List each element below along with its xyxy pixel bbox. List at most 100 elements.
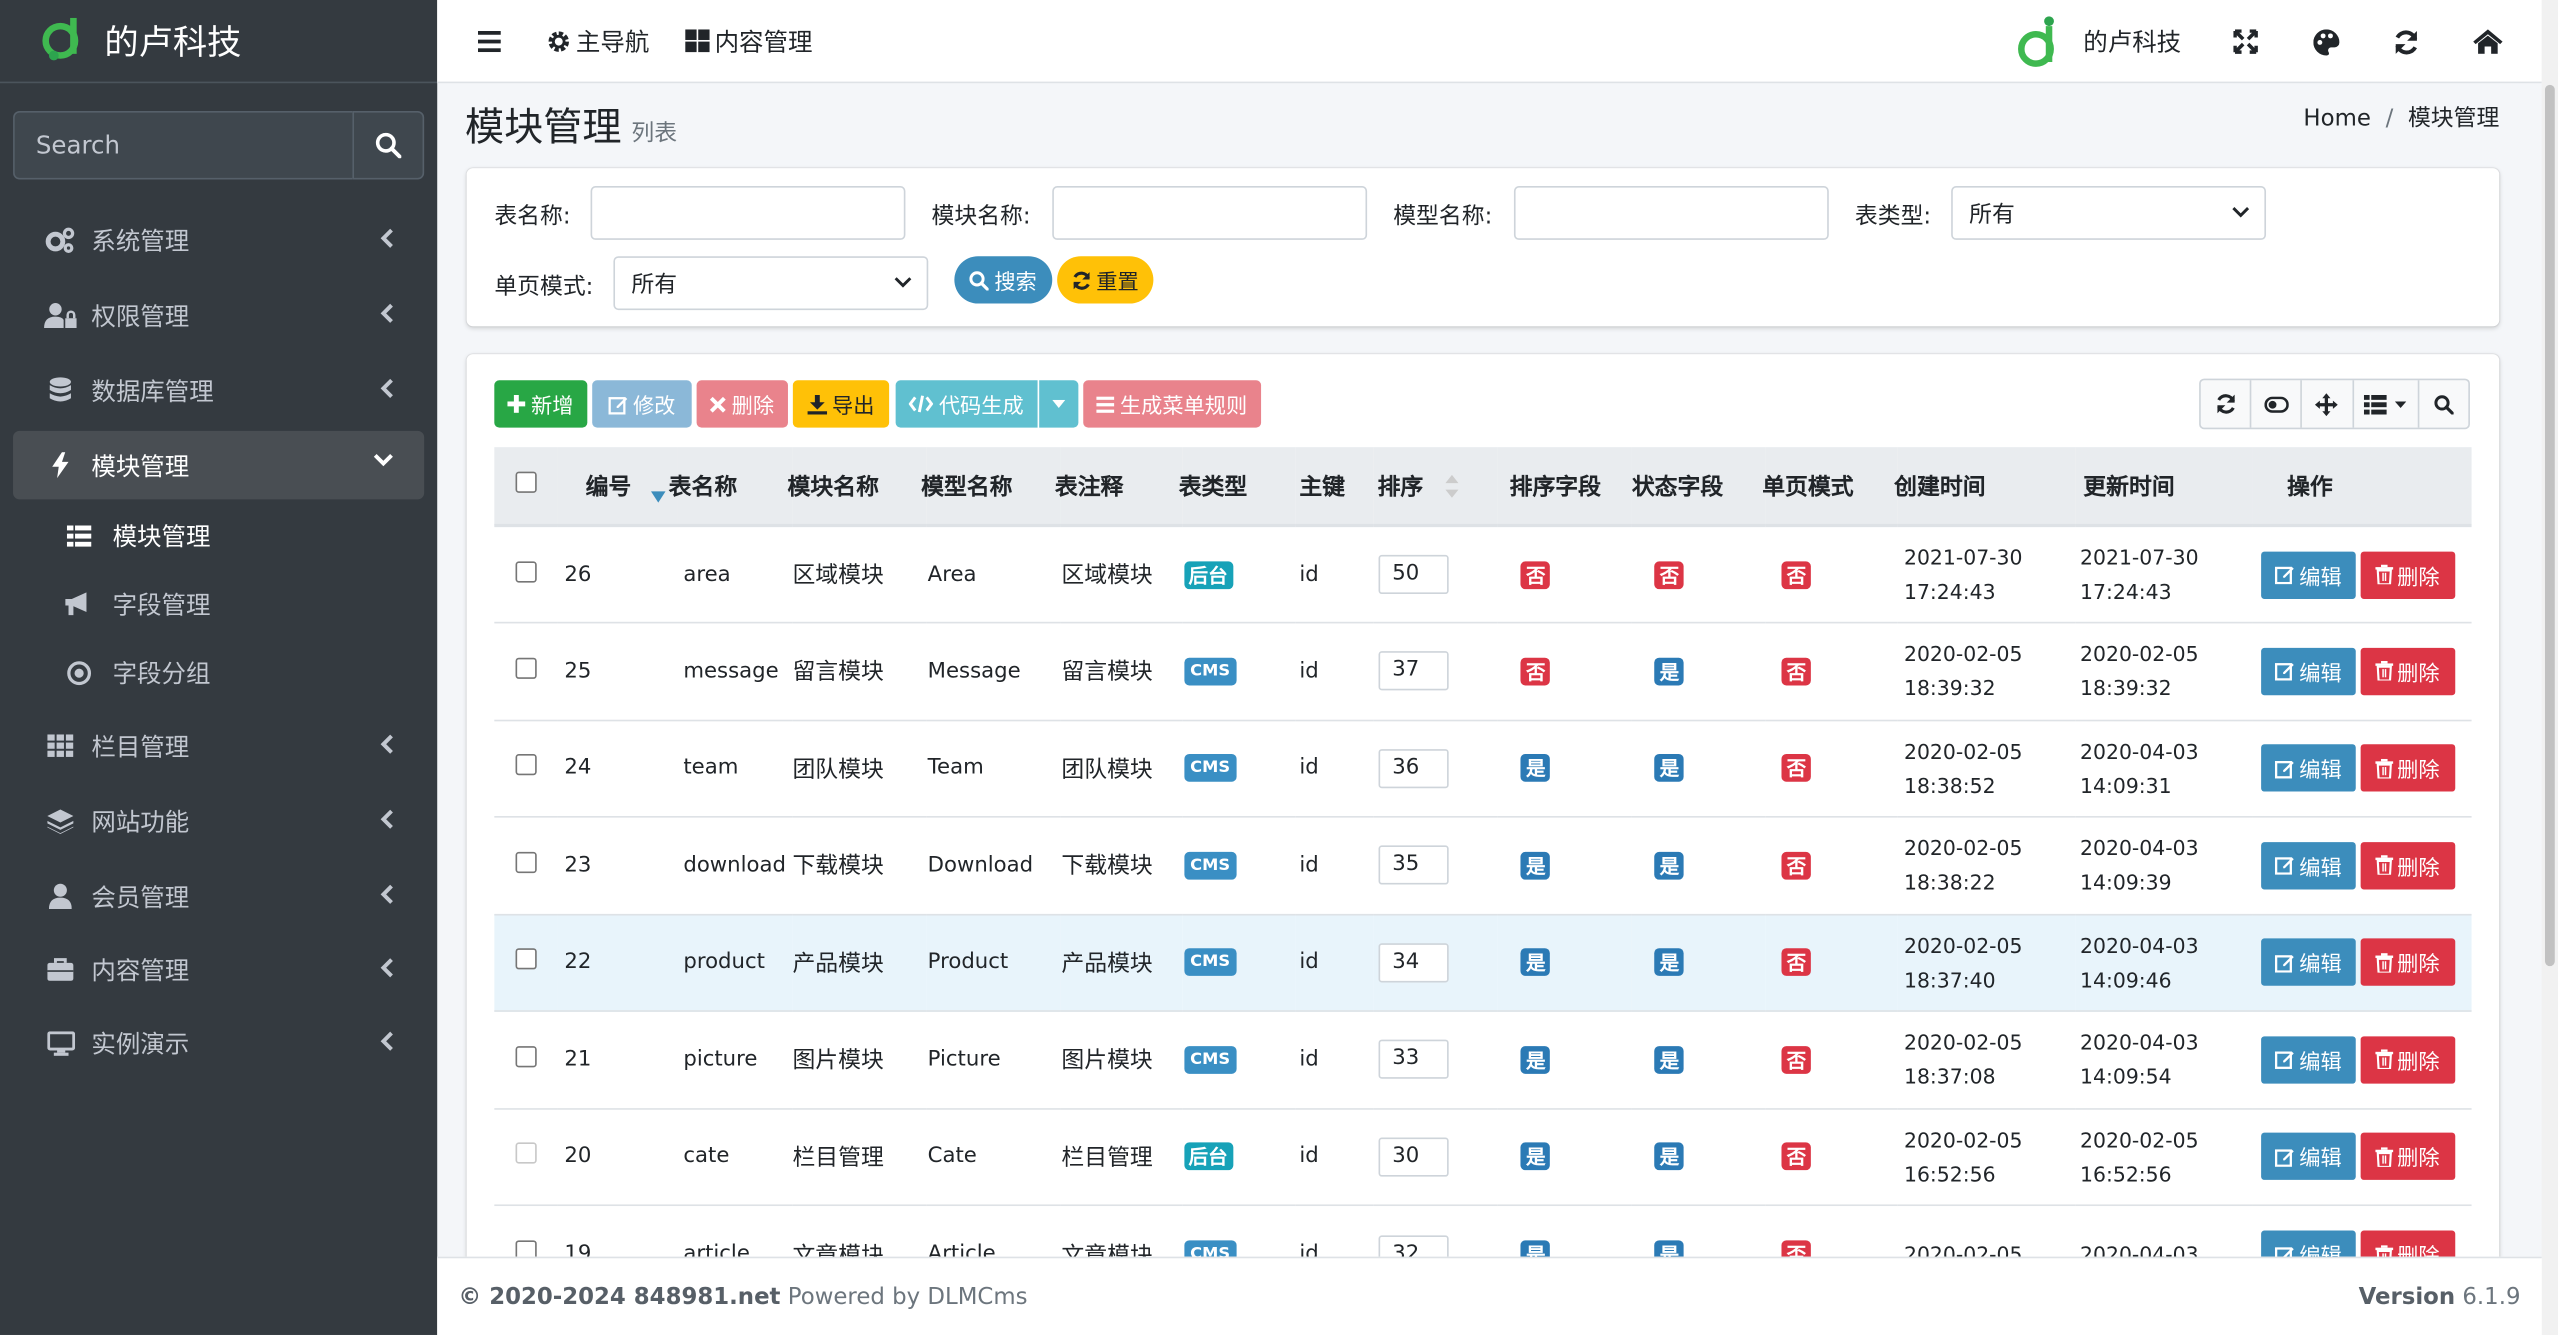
table-row[interactable]: 23 download 下载模块 Download 下载模块 CMS id 35 是是否 2020… <box>494 816 2472 914</box>
search-button[interactable] <box>352 110 425 180</box>
sidebar-item-website[interactable]: 网站功能 <box>13 787 424 856</box>
status-field-badge[interactable]: 否 <box>1654 560 1685 589</box>
main-nav-link[interactable]: 主导航 <box>547 24 649 58</box>
single-page-badge[interactable]: 否 <box>1781 1045 1812 1074</box>
table-type-select[interactable]: 所有 <box>1951 186 2267 240</box>
row-checkbox[interactable] <box>515 657 537 679</box>
row-checkbox[interactable] <box>515 1142 537 1165</box>
sidebar-item-system[interactable]: 系统管理 <box>13 206 424 275</box>
col-header-table[interactable]: 表名称 <box>669 447 793 528</box>
sidebar-item-demo[interactable]: 实例演示 <box>13 1009 424 1078</box>
row-checkbox[interactable] <box>515 754 537 776</box>
status-field-badge[interactable]: 是 <box>1654 1142 1685 1171</box>
home-button[interactable] <box>2473 29 2503 54</box>
status-field-badge[interactable]: 是 <box>1654 1045 1685 1074</box>
row-checkbox[interactable] <box>515 1045 537 1067</box>
row-edit-button[interactable]: 编辑 <box>2260 841 2356 890</box>
table-refresh-button[interactable] <box>2201 380 2252 428</box>
sort-input[interactable]: 30 <box>1379 1137 1450 1177</box>
sort-input[interactable]: 35 <box>1379 845 1450 885</box>
sidebar-item-content[interactable]: 内容管理 <box>13 935 424 1004</box>
sort-field-badge[interactable]: 是 <box>1521 1142 1551 1171</box>
single-page-badge[interactable]: 否 <box>1781 948 1812 977</box>
status-field-badge[interactable]: 是 <box>1654 657 1685 686</box>
sort-field-badge[interactable]: 是 <box>1521 754 1551 783</box>
search-submit-button[interactable]: 搜索 <box>954 256 1053 304</box>
single-page-badge[interactable]: 否 <box>1781 754 1812 783</box>
table-row[interactable]: 25 message 留言模块 Message 留言模块 CMS id 37 否是否 2020-0… <box>494 621 2472 720</box>
page-scrollbar[interactable] <box>2541 0 2558 1335</box>
sidebar-item-column[interactable]: 栏目管理 <box>13 712 424 781</box>
sort-input[interactable]: 36 <box>1379 748 1450 788</box>
status-field-badge[interactable]: 是 <box>1654 948 1685 977</box>
single-page-badge[interactable]: 否 <box>1781 657 1812 686</box>
sort-field-badge[interactable]: 否 <box>1521 657 1551 686</box>
sort-input[interactable]: 37 <box>1379 651 1450 691</box>
sort-input[interactable]: 50 <box>1379 554 1450 595</box>
col-header-sort[interactable]: 排序 <box>1374 447 1499 528</box>
reset-button[interactable]: 重置 <box>1057 256 1154 304</box>
row-delete-button[interactable]: 删除 <box>2360 647 2456 695</box>
fullscreen-button[interactable] <box>2233 29 2258 54</box>
single-page-badge[interactable]: 否 <box>1781 1142 1812 1171</box>
scrollbar-thumb[interactable] <box>2544 84 2555 967</box>
table-fullscreen-button[interactable] <box>2303 380 2354 428</box>
table-row[interactable]: 21 picture 图片模块 Picture 图片模块 CMS id 33 是是否 2020-0… <box>494 1010 2472 1109</box>
table-search-button[interactable] <box>2419 380 2468 427</box>
row-checkbox[interactable] <box>515 948 537 970</box>
codegen-dropdown-toggle[interactable] <box>1039 380 1079 428</box>
table-name-input[interactable] <box>590 186 906 240</box>
sidebar-item-database[interactable]: 数据库管理 <box>13 356 424 425</box>
status-field-badge[interactable]: 是 <box>1654 754 1685 783</box>
row-edit-button[interactable]: 编辑 <box>2260 1035 2356 1084</box>
table-row[interactable]: 20 cate 栏目管理 Cate 栏目管理 后台 id 30 是是否 2020-02-05 16:… <box>494 1107 2472 1206</box>
single-page-select[interactable]: 所有 <box>613 256 929 311</box>
table-row[interactable]: 26 area 区域模块 Area 区域模块 后台 id 50 否否否 2021-07-30 17:… <box>494 524 2472 623</box>
menu-toggle-button[interactable] <box>478 30 501 52</box>
table-columns-dropdown[interactable] <box>2353 380 2420 428</box>
table-row[interactable]: 24 team 团队模块 Team 团队模块 CMS id 36 是是否 2020-02-05 18… <box>494 718 2472 817</box>
module-name-input[interactable] <box>1052 186 1368 240</box>
brand-link[interactable]: 的卢科技 <box>0 0 438 84</box>
col-header-id[interactable]: 编号 <box>557 447 677 528</box>
select-all-checkbox[interactable] <box>515 471 537 493</box>
codegen-button[interactable]: 代码生成 <box>895 380 1038 428</box>
table-row[interactable]: 22 product 产品模块 Product 产品模块 CMS id 34 是是否 2020-0… <box>494 913 2472 1012</box>
generate-menu-rules-button[interactable]: 生成菜单规则 <box>1083 380 1262 428</box>
edit-button[interactable]: 修改 <box>592 380 692 428</box>
table-toggle-view-button[interactable] <box>2252 380 2303 428</box>
sort-field-badge[interactable]: 否 <box>1521 560 1551 589</box>
refresh-button[interactable] <box>2393 29 2419 55</box>
single-page-badge[interactable]: 否 <box>1781 560 1812 589</box>
add-button[interactable]: 新增 <box>494 380 588 428</box>
model-name-input[interactable] <box>1513 186 1829 240</box>
search-input[interactable] <box>13 110 353 180</box>
sidebar-item-permission[interactable]: 权限管理 <box>13 281 424 350</box>
row-delete-button[interactable]: 删除 <box>2360 744 2456 792</box>
row-edit-button[interactable]: 编辑 <box>2260 938 2356 987</box>
content-mgmt-link[interactable]: 内容管理 <box>685 24 812 58</box>
delete-button[interactable]: 删除 <box>696 380 788 428</box>
row-delete-button[interactable]: 删除 <box>2360 841 2456 890</box>
sidebar-subitem-field-group[interactable]: 字段分组 <box>13 641 424 703</box>
theme-button[interactable] <box>2313 28 2340 55</box>
row-delete-button[interactable]: 删除 <box>2360 550 2456 599</box>
sort-input[interactable]: 33 <box>1379 1039 1450 1080</box>
row-edit-button[interactable]: 编辑 <box>2260 1133 2356 1181</box>
sort-field-badge[interactable]: 是 <box>1521 851 1551 880</box>
status-field-badge[interactable]: 是 <box>1654 851 1685 880</box>
breadcrumb-home[interactable]: Home <box>2303 106 2370 132</box>
sort-field-badge[interactable]: 是 <box>1521 948 1551 977</box>
row-delete-button[interactable]: 删除 <box>2360 1133 2456 1181</box>
row-edit-button[interactable]: 编辑 <box>2260 647 2356 695</box>
sort-input[interactable]: 34 <box>1379 942 1450 983</box>
single-page-badge[interactable]: 否 <box>1781 851 1812 880</box>
export-button[interactable]: 导出 <box>792 380 890 428</box>
row-delete-button[interactable]: 删除 <box>2360 938 2456 987</box>
sidebar-subitem-module-mgmt[interactable]: 模块管理 <box>13 504 424 566</box>
row-checkbox[interactable] <box>515 851 537 873</box>
sidebar-subitem-field-mgmt[interactable]: 字段管理 <box>13 573 424 635</box>
row-checkbox[interactable] <box>515 560 537 582</box>
row-delete-button[interactable]: 删除 <box>2360 1035 2456 1084</box>
row-edit-button[interactable]: 编辑 <box>2260 744 2356 792</box>
